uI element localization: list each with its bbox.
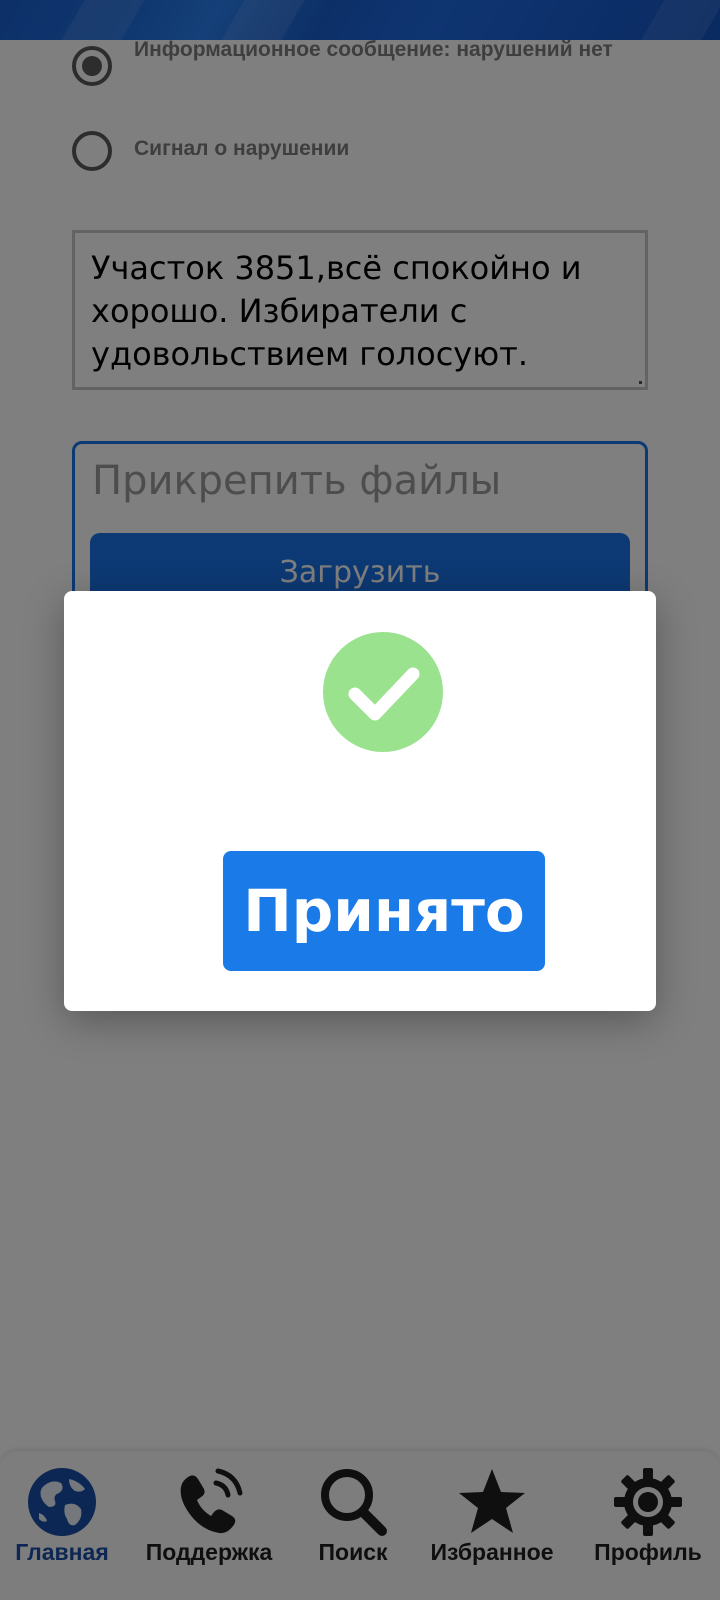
accept-button-label: Принято (243, 877, 525, 945)
success-dialog: Принято (64, 591, 656, 1011)
check-circle-icon (323, 632, 443, 752)
accept-button[interactable]: Принято (223, 851, 545, 971)
